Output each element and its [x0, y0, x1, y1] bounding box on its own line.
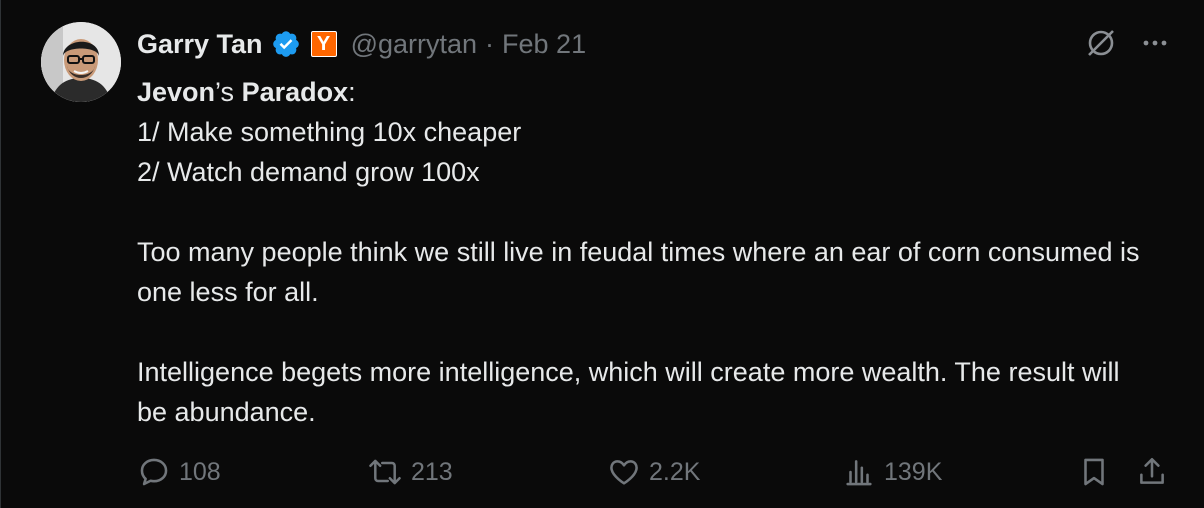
- reply-button[interactable]: 108: [137, 455, 221, 489]
- tweet-title-word2: Paradox: [241, 77, 349, 107]
- header-separator: ·: [485, 28, 495, 59]
- bookmark-icon: [1084, 458, 1104, 486]
- reply-count: 108: [179, 457, 221, 486]
- tweet-header: Garry Tan Y @garrytan · Feb 21: [137, 24, 586, 64]
- like-count: 2.2K: [649, 457, 701, 486]
- tweet-paragraph-2: Too many people think we still live in f…: [137, 237, 1148, 307]
- tweet-line-2: 2/ Watch demand grow 100x: [137, 157, 480, 187]
- tweet-text: Jevon’s Paradox: 1/ Make something 10x c…: [137, 72, 1147, 432]
- share-icon: [1140, 457, 1164, 484]
- like-button[interactable]: 2.2K: [607, 455, 700, 489]
- author-handle[interactable]: @garrytan: [351, 29, 477, 60]
- tweet-title-word1: Jevon: [137, 77, 216, 107]
- views-button[interactable]: 139K: [842, 455, 942, 489]
- heart-icon: [610, 460, 638, 485]
- tweet-actions: 108 213 2.2K 139K: [137, 455, 1177, 495]
- more-icon[interactable]: [1140, 28, 1170, 58]
- tweet-title-line: Jevon’s Paradox:: [137, 72, 1147, 112]
- views-icon: [846, 460, 872, 486]
- views-count: 139K: [884, 457, 943, 486]
- reply-icon: [140, 458, 168, 486]
- verified-badge-icon[interactable]: [271, 29, 301, 59]
- tweet[interactable]: Garry Tan Y @garrytan · Feb 21 Jevon’s P…: [0, 0, 1204, 508]
- repost-button[interactable]: 213: [367, 455, 453, 489]
- repost-icon: [369, 459, 401, 485]
- grok-icon[interactable]: [1084, 26, 1118, 60]
- tweet-date[interactable]: Feb 21: [502, 29, 586, 60]
- bookmark-button[interactable]: [1077, 455, 1119, 489]
- org-badge[interactable]: Y: [310, 31, 337, 57]
- author-name[interactable]: Garry Tan: [137, 29, 263, 60]
- tweet-title-colon: :: [348, 77, 356, 107]
- avatar-image: [41, 22, 121, 102]
- avatar[interactable]: [41, 22, 121, 102]
- repost-count: 213: [411, 457, 453, 486]
- share-button[interactable]: [1135, 455, 1177, 489]
- tweet-title-apostrophe: ’s: [215, 77, 242, 107]
- tweet-line-1: 1/ Make something 10x cheaper: [137, 117, 522, 147]
- tweet-top-actions: [1084, 26, 1170, 60]
- tweet-paragraph-3: Intelligence begets more intelligence, w…: [137, 357, 1127, 427]
